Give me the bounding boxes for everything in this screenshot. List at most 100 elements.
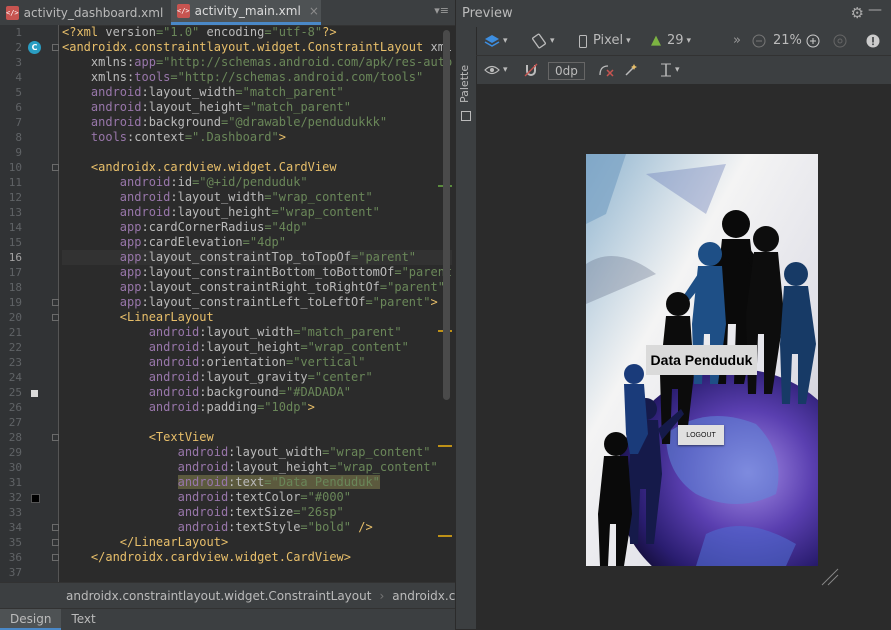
palette-sidebar[interactable]: Palette [456, 27, 477, 629]
line-number: 19 [8, 296, 22, 309]
code-line[interactable]: tools:context=".Dashboard"> [62, 130, 452, 145]
fold-icon[interactable] [52, 44, 59, 51]
fold-icon[interactable] [52, 539, 59, 546]
warning-icon[interactable] [866, 32, 880, 50]
breadcrumb-item[interactable]: androidx.constraintlayout.widget.Constra… [66, 589, 371, 603]
code-area[interactable]: <?xml version="1.0" encoding="utf-8"?> <a… [62, 25, 452, 582]
code-line[interactable]: android:background="#DADADA" [62, 385, 452, 400]
gear-icon[interactable]: ⚙ [851, 4, 864, 22]
guidelines-icon[interactable]: ▾ [660, 61, 680, 79]
layers-icon[interactable]: ▾ [484, 32, 508, 50]
stripe-marker[interactable] [438, 535, 452, 537]
code-line[interactable]: app:layout_constraintTop_toTopOf="parent… [62, 250, 452, 265]
code-line[interactable]: android:textStyle="bold" /> [62, 520, 452, 535]
code-line[interactable]: app:layout_constraintRight_toRightOf="pa… [62, 280, 452, 295]
zoom-in-icon[interactable] [806, 32, 820, 50]
palette-label[interactable]: Palette [458, 65, 471, 103]
more-icon[interactable]: » [733, 32, 741, 50]
line-number: 22 [8, 341, 22, 354]
line-number: 35 [8, 536, 22, 549]
fold-icon[interactable] [52, 524, 59, 531]
code-line[interactable]: </androidx.cardview.widget.CardView> [62, 550, 452, 565]
tab-label: activity_main.xml [194, 4, 301, 18]
code-line[interactable]: android:text="Data Penduduk" [62, 475, 452, 490]
color-swatch-icon[interactable] [31, 390, 38, 397]
fold-icon[interactable] [52, 299, 59, 306]
code-line[interactable]: android:layout_height="wrap_content" [62, 340, 452, 355]
code-line[interactable]: </LinearLayout> [62, 535, 452, 550]
color-swatch-icon[interactable] [31, 494, 40, 503]
code-line[interactable] [62, 145, 452, 160]
tab-activity-dashboard[interactable]: </> activity_dashboard.xml × [0, 0, 181, 25]
preview-panel: Preview ⚙ — Palette ▾ ▾ Pixel ▾ ▲ 29 ▾ »… [455, 0, 891, 629]
code-line[interactable]: android:layout_height="wrap_content" [62, 205, 452, 220]
design-canvas[interactable]: Data Penduduk LOGOUT [476, 85, 891, 629]
close-icon[interactable]: × [309, 4, 319, 18]
code-line[interactable]: android:layout_width="match_parent" [62, 325, 452, 340]
code-line[interactable]: app:layout_constraintBottom_toBottomOf="… [62, 265, 452, 280]
code-line[interactable]: android:textSize="26sp" [62, 505, 452, 520]
tab-label: activity_dashboard.xml [23, 5, 164, 20]
code-line[interactable]: android:layout_gravity="center" [62, 370, 452, 385]
code-line[interactable]: <LinearLayout [62, 310, 452, 325]
code-line[interactable] [62, 565, 452, 580]
code-line[interactable]: android:padding="10dp"> [62, 400, 452, 415]
code-editor: </> activity_dashboard.xml × </> activit… [0, 0, 475, 630]
fold-icon[interactable] [52, 314, 59, 321]
infer-constraints-icon[interactable] [624, 61, 638, 79]
default-margin-field[interactable]: 0dp [548, 62, 585, 80]
data-penduduk-card[interactable]: Data Penduduk [646, 345, 757, 375]
code-line[interactable]: android:id="@+id/penduduk" [62, 175, 452, 190]
code-line[interactable]: xmlns:tools="http://schemas.android.com/… [62, 70, 452, 85]
line-number: 33 [8, 506, 22, 519]
code-line[interactable]: android:background="@drawable/pendudukkk… [62, 115, 452, 130]
tab-list-menu-icon[interactable]: ▾≡ [434, 4, 449, 17]
zoom-fit-icon[interactable] [833, 32, 847, 50]
code-line[interactable]: android:layout_width="wrap_content" [62, 445, 452, 460]
code-line[interactable]: <?xml version="1.0" encoding="utf-8"?> [62, 25, 452, 40]
rotate-icon[interactable]: ▾ [531, 32, 555, 50]
line-number: 23 [8, 356, 22, 369]
code-line[interactable]: android:layout_width="match_parent" [62, 85, 452, 100]
chevron-down-icon: ▾ [626, 36, 631, 46]
code-line[interactable]: android:layout_height="match_parent" [62, 100, 452, 115]
resize-handle-icon[interactable] [820, 567, 840, 587]
code-line[interactable]: app:cardElevation="4dp" [62, 235, 452, 250]
clear-constraints-icon[interactable] [598, 61, 614, 79]
tab-design[interactable]: Design [0, 609, 62, 630]
class-icon[interactable]: C [28, 41, 41, 54]
phone-icon [579, 34, 587, 48]
tab-activity-main[interactable]: </> activity_main.xml × [171, 0, 321, 25]
code-line[interactable]: android:orientation="vertical" [62, 355, 452, 370]
code-line[interactable]: xmlns:app="http://schemas.android.com/ap… [62, 55, 452, 70]
minimize-icon[interactable]: — [868, 2, 882, 18]
code-line[interactable]: android:layout_width="wrap_content" [62, 190, 452, 205]
fold-icon[interactable] [52, 554, 59, 561]
magnet-icon[interactable] [524, 61, 538, 79]
line-number: 1 [15, 26, 22, 39]
line-number: 21 [8, 326, 22, 339]
device-screen[interactable]: Data Penduduk LOGOUT [586, 154, 818, 566]
line-number: 12 [8, 191, 22, 204]
code-line[interactable]: android:textColor="#000" [62, 490, 452, 505]
code-line[interactable]: android:layout_height="wrap_content" [62, 460, 452, 475]
eye-icon[interactable]: ▾ [484, 61, 508, 79]
api-selector[interactable]: ▲ 29 ▾ [651, 32, 691, 50]
code-line[interactable]: app:layout_constraintLeft_toLeftOf="pare… [62, 295, 452, 310]
fold-icon[interactable] [52, 434, 59, 441]
zoom-out-icon[interactable] [752, 32, 766, 50]
code-line[interactable] [62, 415, 452, 430]
fold-icon[interactable] [52, 164, 59, 171]
device-selector[interactable]: Pixel ▾ [579, 32, 631, 50]
code-line[interactable]: <androidx.constraintlayout.widget.Constr… [62, 40, 452, 55]
code-line[interactable]: app:cardCornerRadius="4dp" [62, 220, 452, 235]
stripe-marker[interactable] [438, 445, 452, 447]
line-number: 2 [15, 41, 22, 54]
code-line[interactable]: <androidx.cardview.widget.CardView [62, 160, 452, 175]
logout-button[interactable]: LOGOUT [678, 425, 724, 445]
xml-file-icon: </> [177, 4, 190, 18]
tab-text[interactable]: Text [61, 609, 105, 630]
code-line[interactable]: <TextView [62, 430, 452, 445]
vertical-scrollbar[interactable] [443, 30, 450, 400]
palette-icon[interactable] [461, 111, 471, 121]
